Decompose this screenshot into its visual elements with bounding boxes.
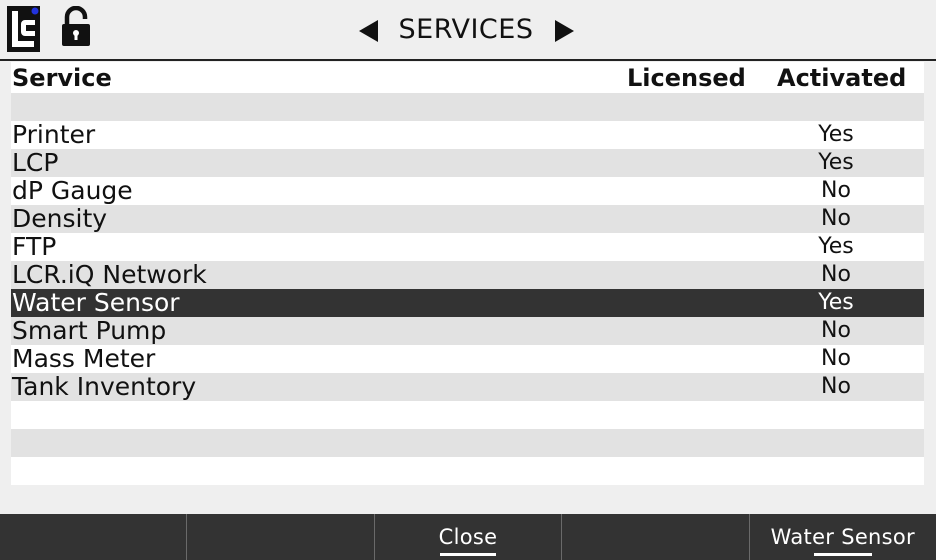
service-name: Printer bbox=[12, 120, 96, 149]
soft-key-1[interactable] bbox=[0, 514, 188, 560]
service-name: Mass Meter bbox=[12, 344, 156, 373]
top-bar: SERVICES bbox=[0, 0, 936, 61]
table-row[interactable] bbox=[11, 457, 924, 485]
table-row[interactable]: Density No bbox=[11, 205, 924, 233]
service-name: FTP bbox=[12, 232, 57, 261]
soft-key-bar: Close Water Sensor bbox=[0, 514, 936, 560]
table-row[interactable] bbox=[11, 401, 924, 429]
close-button-label: Close bbox=[438, 525, 498, 549]
service-name: Tank Inventory bbox=[12, 372, 197, 401]
water-sensor-button-label: Water Sensor bbox=[770, 525, 915, 549]
table-row[interactable]: Tank Inventory No bbox=[11, 373, 924, 401]
table-row[interactable]: FTP Yes bbox=[11, 233, 924, 261]
soft-key-2[interactable] bbox=[187, 514, 375, 560]
service-name: Density bbox=[12, 204, 108, 233]
page-title: SERVICES bbox=[398, 14, 534, 45]
service-name: Smart Pump bbox=[12, 316, 167, 345]
activated-value: Yes bbox=[818, 290, 854, 315]
column-header-licensed: Licensed bbox=[627, 64, 746, 92]
lc-logo-icon bbox=[7, 6, 40, 52]
table-row[interactable]: Smart Pump No bbox=[11, 317, 924, 345]
activated-value: No bbox=[821, 374, 851, 399]
table-row[interactable]: Printer Yes bbox=[11, 121, 924, 149]
previous-page-icon[interactable] bbox=[358, 19, 380, 43]
service-name: Water Sensor bbox=[12, 288, 180, 317]
soft-key-4[interactable] bbox=[562, 514, 750, 560]
activated-value: No bbox=[821, 346, 851, 371]
activated-value: Yes bbox=[818, 150, 854, 175]
table-row[interactable]: LCR.iQ Network No bbox=[11, 261, 924, 289]
water-sensor-button[interactable]: Water Sensor bbox=[750, 514, 936, 560]
service-name: dP Gauge bbox=[12, 176, 133, 205]
close-button-underline bbox=[440, 553, 497, 556]
unlock-icon[interactable] bbox=[59, 6, 92, 48]
table-row-selected[interactable]: Water Sensor Yes bbox=[11, 289, 924, 317]
activated-value: No bbox=[821, 178, 851, 203]
service-name: LCR.iQ Network bbox=[12, 260, 207, 289]
close-button[interactable]: Close bbox=[375, 514, 563, 560]
column-header-service: Service bbox=[12, 64, 112, 92]
services-table: Service Licensed Activated Printer Yes LC… bbox=[11, 62, 924, 485]
water-sensor-button-underline bbox=[813, 553, 872, 556]
table-header: Service Licensed Activated bbox=[11, 62, 924, 93]
table-row[interactable] bbox=[11, 429, 924, 457]
table-row[interactable] bbox=[11, 93, 924, 121]
activated-value: No bbox=[821, 206, 851, 231]
table-body: Printer Yes LCP Yes dP Gauge No Density No F… bbox=[11, 93, 924, 485]
activated-value: No bbox=[821, 262, 851, 287]
activated-value: Yes bbox=[818, 234, 854, 259]
column-header-activated: Activated bbox=[777, 64, 907, 92]
table-row[interactable]: Mass Meter No bbox=[11, 345, 924, 373]
table-row[interactable]: LCP Yes bbox=[11, 149, 924, 177]
service-name: LCP bbox=[12, 148, 59, 177]
activated-value: No bbox=[821, 318, 851, 343]
table-row[interactable]: dP Gauge No bbox=[11, 177, 924, 205]
next-page-icon[interactable] bbox=[553, 19, 575, 43]
activated-value: Yes bbox=[818, 122, 854, 147]
